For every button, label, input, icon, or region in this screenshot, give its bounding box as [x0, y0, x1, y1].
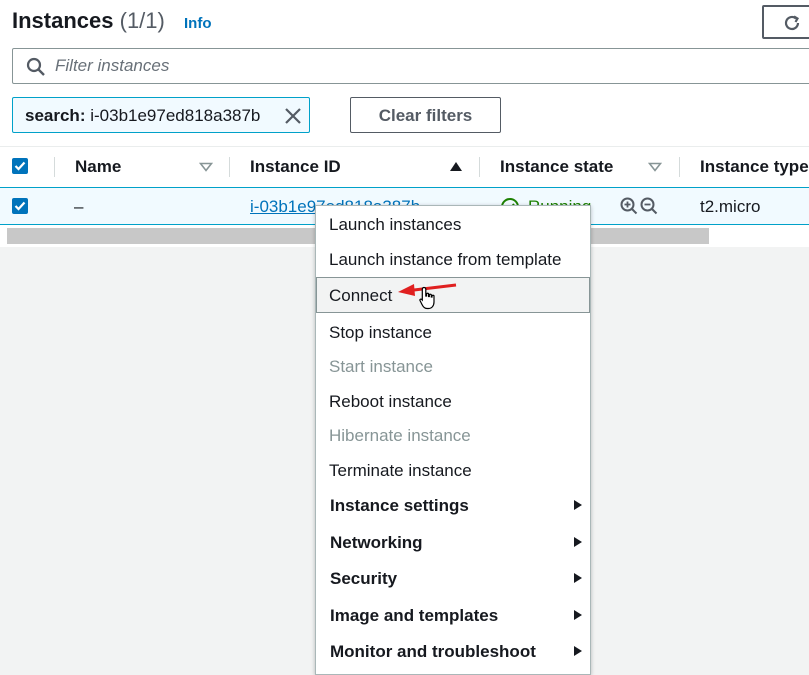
checkmark-icon: [14, 201, 26, 211]
menu-item-label: Image and templates: [330, 606, 499, 625]
refresh-button[interactable]: [762, 5, 809, 39]
caret-right-icon: [574, 537, 582, 547]
filter-input[interactable]: [55, 55, 655, 77]
token-key: search:: [25, 106, 86, 125]
table-header: Name Instance ID Instance state Instance…: [0, 146, 809, 188]
hand-cursor-icon: [419, 286, 435, 310]
column-header-name[interactable]: Name: [75, 157, 121, 177]
filter-token: search: i-03b1e97ed818a387b: [12, 97, 310, 133]
info-link[interactable]: Info: [184, 15, 212, 32]
column-header-instance-state[interactable]: Instance state: [500, 157, 613, 177]
caret-right-icon: [574, 500, 582, 510]
menu-item-label: Instance settings: [330, 496, 469, 515]
column-divider: [229, 157, 230, 177]
instance-type-value: t2.micro: [700, 197, 761, 216]
page-title: Instances (1/1): [12, 8, 165, 34]
select-all-checkbox[interactable]: [12, 158, 28, 174]
menu-item-instance-settings[interactable]: Instance settings: [316, 488, 590, 522]
close-icon[interactable]: [284, 107, 302, 125]
sort-down-icon[interactable]: [648, 162, 662, 172]
menu-item-start-instance: Start instance: [316, 349, 590, 383]
menu-item-security[interactable]: Security: [316, 561, 590, 595]
menu-item-image-and-templates[interactable]: Image and templates: [316, 598, 590, 632]
sort-asc-icon[interactable]: [449, 161, 463, 172]
menu-item-label: Launch instance from template: [329, 250, 562, 269]
menu-item-stop-instance[interactable]: Stop instance: [316, 315, 590, 349]
menu-item-reboot-instance[interactable]: Reboot instance: [316, 384, 590, 418]
caret-right-icon: [574, 610, 582, 620]
menu-item-monitor-and-troubleshoot[interactable]: Monitor and troubleshoot: [316, 634, 590, 668]
menu-item-launch-from-template[interactable]: Launch instance from template: [316, 242, 590, 276]
sort-down-icon[interactable]: [199, 162, 213, 172]
caret-right-icon: [574, 573, 582, 583]
refresh-icon: [784, 15, 800, 31]
menu-item-label: Monitor and troubleshoot: [330, 642, 536, 661]
menu-item-label: Terminate instance: [329, 461, 472, 480]
zoom-out-icon[interactable]: [640, 197, 658, 215]
column-divider: [54, 157, 55, 177]
token-value: i-03b1e97ed818a387b: [90, 106, 261, 125]
checkmark-icon: [14, 161, 26, 171]
menu-item-networking[interactable]: Networking: [316, 525, 590, 559]
token-text: search: i-03b1e97ed818a387b: [25, 106, 260, 126]
menu-item-label: Connect: [329, 286, 393, 305]
menu-item-hibernate-instance: Hibernate instance: [316, 418, 590, 452]
column-divider: [679, 157, 680, 177]
column-header-instance-type[interactable]: Instance type: [700, 157, 809, 177]
row-name: –: [74, 197, 84, 216]
zoom-in-icon[interactable]: [620, 197, 638, 215]
search-icon: [26, 57, 45, 76]
menu-item-label: Start instance: [329, 357, 433, 376]
column-divider: [479, 157, 480, 177]
column-header-instance-id[interactable]: Instance ID: [250, 157, 341, 177]
instance-count: (1/1): [119, 8, 165, 33]
menu-item-launch-instances[interactable]: Launch instances: [316, 207, 590, 241]
menu-item-label: Networking: [330, 533, 423, 552]
menu-item-label: Hibernate instance: [329, 426, 471, 445]
caret-right-icon: [574, 646, 582, 656]
title-text: Instances: [12, 8, 114, 33]
context-menu: Launch instances Launch instance from te…: [315, 205, 591, 675]
menu-item-label: Security: [330, 569, 398, 588]
clear-filters-button[interactable]: Clear filters: [350, 97, 501, 133]
row-checkbox[interactable]: [12, 198, 28, 214]
menu-item-label: Launch instances: [329, 215, 462, 234]
menu-item-label: Stop instance: [329, 323, 433, 342]
menu-item-label: Reboot instance: [329, 392, 452, 411]
filter-bar: [12, 48, 809, 84]
menu-item-terminate-instance[interactable]: Terminate instance: [316, 453, 590, 487]
